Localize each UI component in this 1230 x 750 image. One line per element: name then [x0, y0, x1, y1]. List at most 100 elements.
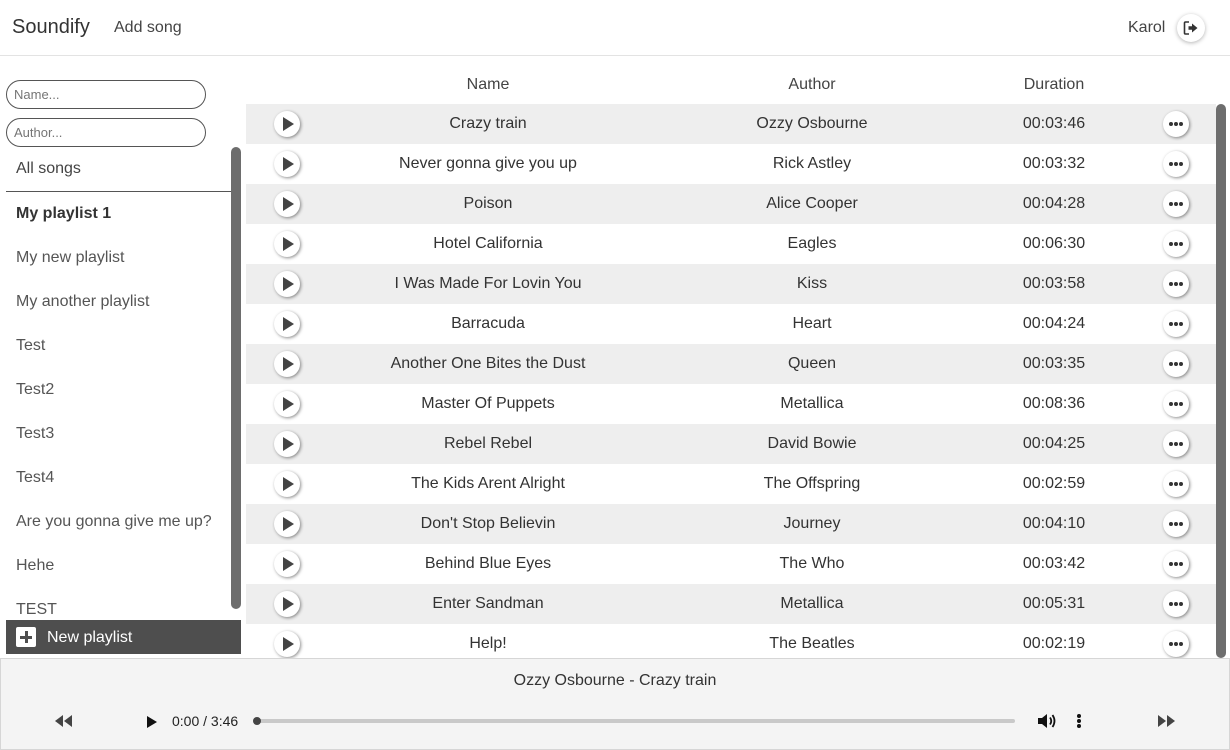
author-filter-input[interactable]: [6, 118, 206, 147]
new-playlist-button[interactable]: New playlist: [6, 620, 241, 654]
song-row[interactable]: Poison Alice Cooper 00:04:28: [246, 184, 1216, 224]
song-row[interactable]: Master Of Puppets Metallica 00:08:36: [246, 384, 1216, 424]
audio-progress-bar[interactable]: [253, 717, 1015, 725]
previous-track-button[interactable]: [53, 713, 75, 729]
song-options-button[interactable]: [1163, 231, 1189, 257]
dot-icon: [1169, 242, 1173, 246]
song-options-button[interactable]: [1163, 271, 1189, 297]
playlist-item[interactable]: TEST: [6, 588, 231, 620]
song-author: Heart: [792, 315, 832, 332]
playlist-item[interactable]: Are you gonna give me up?: [6, 500, 231, 544]
dot-icon: [1169, 602, 1173, 606]
song-row[interactable]: The Kids Arent Alright The Offspring 00:02…: [246, 464, 1216, 504]
next-track-button[interactable]: [1155, 713, 1177, 729]
song-options-button[interactable]: [1163, 151, 1189, 177]
dot-icon: [1179, 482, 1183, 486]
song-name: The Kids Arent Alright: [411, 475, 565, 492]
play-song-button[interactable]: [274, 471, 300, 497]
song-options-button[interactable]: [1163, 631, 1189, 657]
dot-icon: [1179, 402, 1183, 406]
play-song-button[interactable]: [274, 351, 300, 377]
song-row[interactable]: I Was Made For Lovin You Kiss 00:03:58: [246, 264, 1216, 304]
play-song-button[interactable]: [274, 231, 300, 257]
song-row[interactable]: Behind Blue Eyes The Who 00:03:42: [246, 544, 1216, 584]
dot-icon: [1174, 202, 1178, 206]
playlist-label: Test4: [16, 469, 55, 486]
dot-icon: [1077, 719, 1081, 723]
playlist-item[interactable]: My another playlist: [6, 280, 231, 324]
all-songs-item[interactable]: All songs: [6, 147, 231, 192]
songs-scrollbar[interactable]: [1216, 104, 1226, 658]
play-icon[interactable]: [146, 714, 160, 730]
song-row[interactable]: Enter Sandman Metallica 00:05:31: [246, 584, 1216, 624]
song-row[interactable]: Help! The Beatles 00:02:19: [246, 624, 1216, 658]
dot-icon: [1174, 162, 1178, 166]
song-row[interactable]: Crazy train Ozzy Osbourne 00:03:46: [246, 104, 1216, 144]
play-song-button[interactable]: [274, 591, 300, 617]
play-song-button[interactable]: [274, 111, 300, 137]
logout-button[interactable]: [1177, 14, 1205, 42]
song-name: Poison: [463, 195, 513, 212]
volume-button[interactable]: [1037, 712, 1057, 730]
play-song-button[interactable]: [274, 511, 300, 537]
dot-icon: [1169, 162, 1173, 166]
song-name: Master Of Puppets: [421, 395, 555, 412]
song-row[interactable]: Another One Bites the Dust Queen 00:03:35: [246, 344, 1216, 384]
song-options-button[interactable]: [1163, 551, 1189, 577]
play-song-button[interactable]: [274, 271, 300, 297]
playlist-item[interactable]: My new playlist: [6, 236, 231, 280]
dot-icon: [1174, 122, 1178, 126]
song-name: Don't Stop Believin: [420, 515, 556, 532]
song-row[interactable]: Never gonna give you up Rick Astley 00:03:…: [246, 144, 1216, 184]
dot-icon: [1169, 122, 1173, 126]
song-name: Enter Sandman: [432, 595, 544, 612]
dot-icon: [1077, 724, 1081, 728]
dot-icon: [1169, 442, 1173, 446]
play-song-button[interactable]: [274, 431, 300, 457]
play-song-button[interactable]: [274, 551, 300, 577]
song-author: David Bowie: [767, 435, 857, 452]
dot-icon: [1174, 562, 1178, 566]
playlist-item[interactable]: Test4: [6, 456, 231, 500]
add-song-link[interactable]: Add song: [114, 19, 182, 37]
song-duration: 00:02:19: [1022, 635, 1086, 652]
song-options-button[interactable]: [1163, 111, 1189, 137]
song-options-button[interactable]: [1163, 311, 1189, 337]
song-options-button[interactable]: [1163, 591, 1189, 617]
song-duration: 00:03:58: [1022, 275, 1086, 292]
play-song-button[interactable]: [274, 391, 300, 417]
song-options-button[interactable]: [1163, 191, 1189, 217]
play-song-button[interactable]: [274, 631, 300, 657]
playlist-item[interactable]: Test2: [6, 368, 231, 412]
brand-logo[interactable]: Soundify: [12, 16, 90, 39]
song-duration: 00:08:36: [1022, 395, 1086, 412]
playlist-item[interactable]: Hehe: [6, 544, 231, 588]
song-row[interactable]: Barracuda Heart 00:04:24: [246, 304, 1216, 344]
playlist-item[interactable]: My playlist 1: [6, 192, 231, 236]
song-row[interactable]: Don't Stop Believin Journey 00:04:10: [246, 504, 1216, 544]
dot-icon: [1169, 402, 1173, 406]
song-row[interactable]: Rebel Rebel David Bowie 00:04:25: [246, 424, 1216, 464]
playlist-item[interactable]: Test3: [6, 412, 231, 456]
audio-options-button[interactable]: [1073, 712, 1085, 730]
song-options-button[interactable]: [1163, 351, 1189, 377]
song-row[interactable]: Hotel California Eagles 00:06:30: [246, 224, 1216, 264]
audio-progress-knob[interactable]: [253, 717, 261, 725]
now-playing-title: Ozzy Osbourne - Crazy train: [513, 672, 717, 689]
play-song-button[interactable]: [274, 311, 300, 337]
dot-icon: [1174, 522, 1178, 526]
sidebar-scrollbar[interactable]: [231, 147, 241, 609]
song-options-button[interactable]: [1163, 511, 1189, 537]
play-song-button[interactable]: [274, 191, 300, 217]
playlist-item[interactable]: Test: [6, 324, 231, 368]
name-filter-input[interactable]: [6, 80, 206, 109]
song-duration: 00:04:24: [1022, 315, 1086, 332]
all-songs-label: All songs: [16, 160, 81, 177]
song-options-button[interactable]: [1163, 471, 1189, 497]
play-song-button[interactable]: [274, 151, 300, 177]
song-options-button[interactable]: [1163, 391, 1189, 417]
song-name: Barracuda: [451, 315, 525, 332]
song-author: Rick Astley: [772, 155, 852, 172]
song-duration: 00:03:42: [1022, 555, 1086, 572]
song-options-button[interactable]: [1163, 431, 1189, 457]
